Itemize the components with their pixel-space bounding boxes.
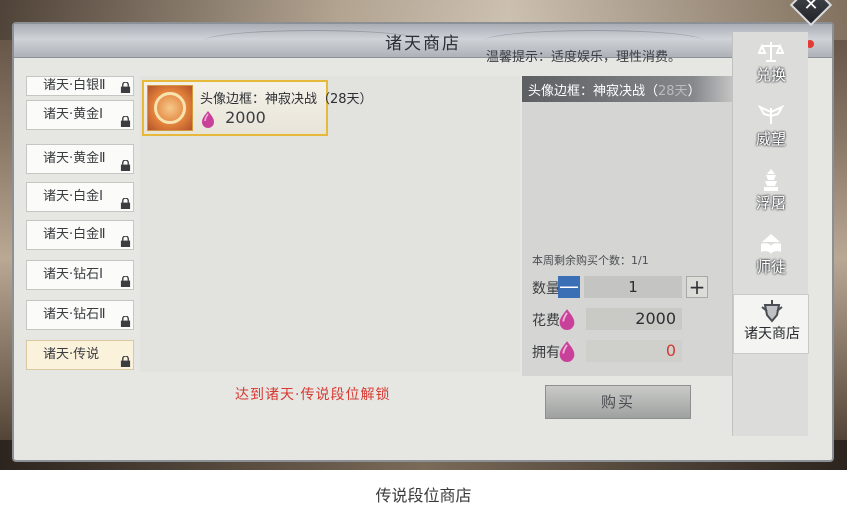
tier-label: 诸天·黄金Ⅰ [43,107,103,122]
item-price: 2000 [225,108,266,127]
nav-label: 浮屠 [755,194,786,212]
detail-item-name: 头像边框：神寂决战（28天） [528,84,701,99]
scale-icon [758,42,784,62]
cost-label: 花费 [532,313,560,329]
emblem-icon [761,300,783,323]
nav-label: 师徒 [755,258,786,276]
detail-header: 头像边框：神寂决战（28天） [522,76,736,102]
item-price-row: 2000 [200,108,266,128]
title-bar: 诸天商店 [14,24,832,58]
item-name: 头像边框：神寂决战（28天） [200,92,373,107]
pagoda-icon [764,169,778,191]
lock-icon [120,116,131,127]
tier-label: 诸天·白银Ⅱ [43,78,106,93]
shop-item-card[interactable]: 头像边框：神寂决战（28天） 2000 [142,80,373,136]
image-caption: 传说段位商店 [375,486,472,505]
nav-label: 威望 [755,130,786,148]
nav-label: 诸天商店 [744,326,800,342]
tier-label: 诸天·钻石Ⅱ [43,307,106,322]
nav-item-pagoda[interactable]: 浮屠 [733,164,809,224]
tier-item[interactable]: 诸天·钻石Ⅰ [26,260,134,290]
gem-icon [559,309,575,330]
tier-item[interactable]: 诸天·白银Ⅱ [26,76,134,96]
consumption-tip: 温馨提示：适度娱乐，理性消费。 [486,50,682,65]
tier-label: 诸天·白金Ⅱ [43,227,106,242]
detail-panel: 头像边框：神寂决战（28天） [522,76,736,376]
quantity-label: 数量 [532,281,560,297]
nav-item-zhutian-shop[interactable]: 诸天商店 [733,294,809,354]
lock-icon [120,160,131,171]
tier-item[interactable]: 诸天·黄金Ⅱ [26,144,134,174]
tier-item[interactable]: 诸天·白金Ⅰ [26,182,134,212]
buy-button[interactable]: 购买 [545,385,691,419]
nav-item-exchange[interactable]: 兑换 [733,36,809,96]
tier-label: 诸天·白金Ⅰ [43,189,103,204]
window-title: 诸天商店 [385,34,461,54]
wings-icon [758,104,784,124]
book-icon [761,234,781,254]
owned-label: 拥有 [532,345,560,361]
lock-icon [120,198,131,209]
avatar-frame-icon [147,85,193,131]
tier-item[interactable]: 诸天·钻石Ⅱ [26,300,134,330]
gem-icon [559,341,575,362]
weekly-remaining: 本周剩余购买个数：1/1 [532,254,649,267]
lock-icon [120,316,131,327]
lock-icon [120,276,131,287]
owned-value: 0 [586,340,682,362]
nav-item-mentor[interactable]: 师徒 [733,228,809,288]
tier-label: 诸天·传说 [43,347,100,362]
cost-value: 2000 [586,308,682,330]
nav-item-prestige[interactable]: 威望 [733,100,809,160]
lock-icon [120,356,131,367]
gem-icon [202,110,214,128]
tier-label: 诸天·钻石Ⅰ [43,267,103,282]
tier-item[interactable]: 诸天·黄金Ⅰ [26,100,134,130]
quantity-field[interactable]: 1 [584,276,682,298]
quantity-minus-button[interactable]: — [558,276,580,298]
nav-label: 兑换 [755,66,786,84]
side-nav: 兑换 威望 浮屠 师徒 诸天商店 [732,32,809,436]
tier-item-selected[interactable]: 诸天·传说 [26,340,134,370]
tier-item[interactable]: 诸天·白金Ⅱ [26,220,134,250]
quantity-plus-button[interactable]: + [686,276,708,298]
close-icon: ✕ [803,0,819,16]
unlock-requirement: 达到诸天·传说段位解锁 [235,387,391,403]
lock-icon [120,82,131,93]
tier-label: 诸天·黄金Ⅱ [43,151,106,166]
lock-icon [120,236,131,247]
